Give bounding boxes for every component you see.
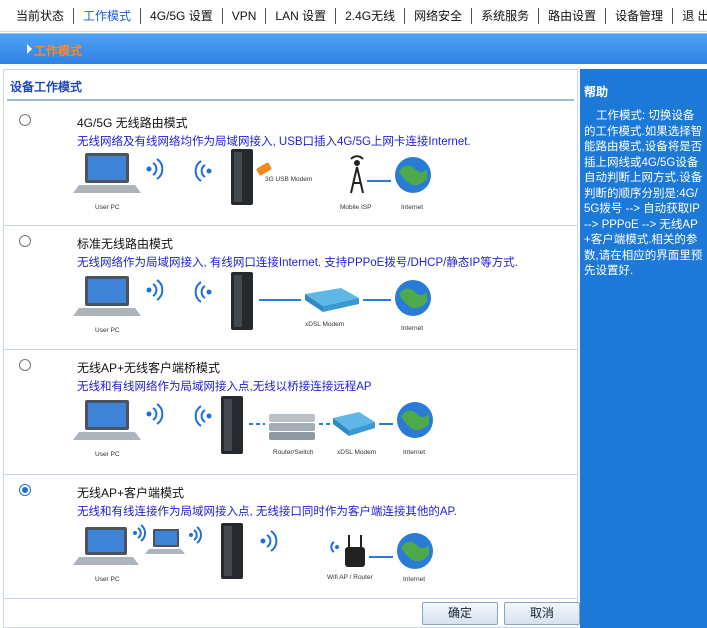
globe-icon [397, 533, 433, 569]
wifi-icon [194, 281, 212, 303]
router-device-icon [231, 272, 253, 330]
wifi-router-icon [345, 535, 365, 567]
nav-wifi-24g[interactable]: 2.4G无线 [336, 7, 406, 24]
nav-routing[interactable]: 路由设置 [539, 7, 607, 24]
page-title: 工作模式 [34, 44, 83, 58]
modem-icon [333, 412, 375, 436]
network-diagram: User PC Router/Switch xDSL Modem Interne… [73, 396, 433, 458]
mode-description: 无线网络及有线网络均作为局域网接入, USB口插入4G/5G上网卡连接Inter… [77, 136, 471, 148]
switch-icon [269, 414, 315, 440]
mode-option-ap-client: 无线AP+客户端模式 无线和有线连接作为局域网接入点, 无线接口同时作为客户端连… [4, 475, 577, 599]
wifi-icon [146, 279, 164, 301]
mode-radio-ap-client-bridge[interactable] [19, 359, 31, 371]
wifi-icon [260, 530, 278, 552]
help-title: 帮助 [584, 85, 609, 99]
caption-router-switch: Router/Switch [273, 449, 314, 456]
antenna-tower-icon [350, 155, 364, 194]
help-panel: 帮助 工作模式: 切换设备的工作模式.如果选择智能路由模式,设备将是否插上网线或… [580, 69, 707, 628]
mode-radio-4g5g-router[interactable] [19, 114, 31, 126]
wifi-icon [133, 524, 146, 542]
nav-logout[interactable]: 退 出 [673, 8, 707, 24]
top-nav: 当前状态 工作模式 4G/5G 设置 VPN LAN 设置 2.4G无线 网络安… [0, 0, 707, 32]
modem-icon [305, 288, 359, 312]
globe-icon [395, 157, 431, 193]
router-device-icon [221, 523, 243, 579]
main-panel: 设备工作模式 4G/5G 无线路由模式 无线网络及有线网络均作为局域网接入, U… [3, 69, 580, 628]
wifi-icon [194, 160, 212, 182]
mode-description: 无线网络作为局域网接入, 有线网口连接Internet. 支持PPPoE拨号/D… [77, 257, 518, 269]
mode-option-4g5g-router: 4G/5G 无线路由模式 无线网络及有线网络均作为局域网接入, USB口插入4G… [4, 105, 577, 226]
nav-lan-settings[interactable]: LAN 设置 [266, 7, 337, 24]
caption-user-pc: User PC [95, 451, 120, 458]
caption-mobile-isp: Mobile ISP [340, 204, 371, 211]
network-diagram: User PC Wifi AP / Router Internet [73, 523, 433, 583]
form-actions: 确定 取消 [422, 602, 580, 625]
network-diagram: User PC xDSL Modem Internet [73, 272, 431, 334]
laptop-icon [73, 527, 139, 565]
nav-security[interactable]: 网络安全 [405, 7, 473, 24]
nav-status[interactable]: 当前状态 [0, 7, 75, 24]
mode-radio-standard-router[interactable] [19, 235, 31, 247]
nav-vpn[interactable]: VPN [223, 7, 267, 24]
laptop-icon [73, 400, 141, 440]
caption-user-pc: User PC [95, 327, 120, 334]
router-device-icon [231, 149, 253, 205]
mode-option-ap-client-bridge: 无线AP+无线客户端桥模式 无线和有线网络作为局域网接入点,无线以桥接连接远程A… [4, 350, 577, 475]
nav-4g5g-settings[interactable]: 4G/5G 设置 [141, 7, 223, 24]
mode-name: 无线AP+客户端模式 [77, 486, 185, 500]
mode-name: 标准无线路由模式 [77, 237, 174, 251]
globe-icon [395, 280, 431, 316]
mode-description: 无线和有线网络作为局域网接入点,无线以桥接连接远程AP [77, 381, 372, 393]
wifi-icon [189, 526, 202, 544]
section-divider [7, 99, 574, 101]
triangle-right-icon [27, 44, 32, 54]
mode-description: 无线和有线连接作为局域网接入点, 无线接口同时作为客户端连接其他的AP. [77, 506, 457, 518]
router-device-icon [221, 396, 243, 454]
usb-modem-icon [256, 162, 272, 176]
wifi-icon [330, 541, 339, 553]
wifi-icon [146, 158, 164, 180]
nav-work-mode[interactable]: 工作模式 [74, 7, 142, 24]
laptop-icon [73, 276, 141, 316]
caption-xdsl-modem: xDSL Modem [337, 449, 376, 456]
page-header-bar: 工作模式 [0, 33, 707, 64]
caption-wifi-ap-router: Wifi AP / Router [327, 574, 374, 581]
network-diagram: User PC 3G USB Modem Mobile ISP Internet [73, 149, 431, 211]
nav-device-management[interactable]: 设备管理 [606, 7, 674, 24]
mode-radio-ap-client[interactable] [19, 484, 31, 496]
mode-name: 4G/5G 无线路由模式 [77, 116, 188, 130]
caption-internet: Internet [401, 204, 423, 211]
laptop-icon [73, 153, 141, 193]
confirm-button[interactable]: 确定 [422, 602, 498, 625]
help-text: 工作模式: 切换设备的工作模式.如果选择智能路由模式,设备将是否插上网线或4G/… [584, 110, 703, 277]
caption-internet: Internet [401, 325, 423, 332]
wifi-icon [194, 405, 212, 427]
laptop-icon [145, 529, 185, 554]
caption-user-pc: User PC [95, 204, 120, 211]
caption-internet: Internet [403, 449, 425, 456]
globe-icon [397, 402, 433, 438]
cancel-button[interactable]: 取消 [504, 602, 580, 625]
nav-system-services[interactable]: 系统服务 [472, 7, 540, 24]
caption-3g-usb-modem: 3G USB Modem [265, 176, 312, 183]
section-title: 设备工作模式 [10, 80, 83, 94]
wifi-icon [146, 403, 164, 425]
caption-internet: Internet [403, 576, 425, 583]
caption-xdsl-modem: xDSL Modem [305, 321, 344, 328]
mode-option-standard-router: 标准无线路由模式 无线网络作为局域网接入, 有线网口连接Internet. 支持… [4, 226, 577, 350]
caption-user-pc: User PC [95, 576, 120, 583]
mode-name: 无线AP+无线客户端桥模式 [77, 361, 221, 375]
